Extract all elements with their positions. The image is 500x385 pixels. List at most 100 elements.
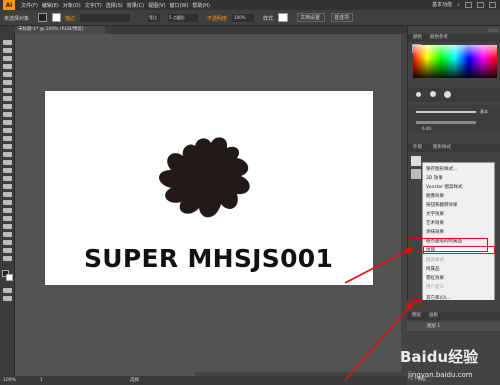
rectangle-tool-icon[interactable] bbox=[3, 96, 12, 101]
opacity-field[interactable]: 100% bbox=[232, 14, 254, 22]
artboard-tool-icon[interactable] bbox=[3, 232, 12, 237]
drawing-mode-icon[interactable] bbox=[3, 288, 12, 293]
splat-shape[interactable] bbox=[151, 134, 265, 229]
style-label: 样式 bbox=[263, 16, 274, 22]
minimize-button[interactable] bbox=[465, 1, 472, 8]
brush-dot-icon[interactable] bbox=[416, 92, 421, 97]
brush-dot-icon[interactable] bbox=[444, 91, 451, 98]
color-panel-tabs: 颜色 颜色参考 bbox=[408, 34, 500, 42]
style-swatch[interactable] bbox=[278, 13, 288, 22]
stroke-panel: 基本 6.00 bbox=[408, 105, 500, 133]
stroke-weight-value[interactable]: 6.00 bbox=[422, 126, 431, 131]
app-logo: Ai bbox=[3, 0, 15, 10]
paintbrush-tool-icon[interactable] bbox=[3, 104, 12, 109]
hand-tool-icon[interactable] bbox=[3, 248, 12, 253]
warp-tool-icon[interactable] bbox=[3, 152, 12, 157]
menu-bar: Ai 文件(F) 编辑(E) 对象(O) 文字(T) 选择(S) 效果(C) 视… bbox=[0, 0, 500, 10]
menu-item[interactable]: 照亮样式 bbox=[426, 257, 444, 263]
zoom-tool-icon[interactable] bbox=[3, 256, 12, 261]
graphic-style-thumb[interactable] bbox=[411, 169, 421, 179]
brush-dot-icon[interactable] bbox=[430, 91, 436, 97]
column-graph-tool-icon[interactable] bbox=[3, 224, 12, 229]
profile-select[interactable]: 等比 bbox=[148, 14, 160, 22]
document-setup-button[interactable]: 文档设置 bbox=[297, 13, 325, 22]
color-spectrum[interactable] bbox=[413, 45, 497, 78]
menu-item[interactable]: 艺术效果 bbox=[426, 220, 444, 226]
menu-select[interactable]: 选择(S) bbox=[106, 2, 123, 9]
menu-item[interactable]: 图像效果 bbox=[426, 193, 444, 199]
eraser-tool-icon[interactable] bbox=[3, 128, 12, 133]
tab-graphic-styles[interactable]: 图形样式 bbox=[433, 144, 451, 152]
menu-window[interactable]: 窗口(W) bbox=[169, 2, 188, 9]
search-icon[interactable]: ⌕ bbox=[457, 2, 460, 8]
magic-wand-tool-icon[interactable] bbox=[3, 56, 12, 61]
tab-artboards[interactable]: 画板 bbox=[429, 312, 438, 320]
close-button[interactable] bbox=[489, 1, 496, 8]
current-tool-status: 选择 bbox=[130, 378, 139, 383]
artboard[interactable]: SUPER MHSJS001 bbox=[45, 91, 373, 285]
menu-file[interactable]: 文件(F) bbox=[21, 2, 38, 9]
mesh-tool-icon[interactable] bbox=[3, 184, 12, 189]
scale-tool-icon[interactable] bbox=[3, 144, 12, 149]
control-bar: 未选择对象 描边 等比 5 点圆形 不透明度 100% 样式 文档设置 首选项 bbox=[0, 10, 500, 26]
menu-item[interactable]: 霓虹效果 bbox=[426, 275, 444, 281]
pencil-tool-icon[interactable] bbox=[3, 112, 12, 117]
preferences-button[interactable]: 首选项 bbox=[331, 13, 353, 22]
selection-tool-icon[interactable] bbox=[3, 40, 12, 45]
menu-item[interactable]: 涂抹效果 bbox=[426, 229, 444, 235]
brush-select[interactable]: 5 点圆形 bbox=[168, 14, 198, 22]
maximize-button[interactable] bbox=[477, 1, 484, 8]
stroke-swatch[interactable] bbox=[52, 13, 61, 22]
stroke-weight-field[interactable] bbox=[80, 14, 130, 22]
tab-color[interactable]: 颜色 bbox=[413, 34, 422, 42]
menu-item[interactable]: Vonster 图案样式 bbox=[426, 184, 463, 190]
slice-tool-icon[interactable] bbox=[3, 240, 12, 245]
eyedropper-tool-icon[interactable] bbox=[3, 200, 12, 205]
menu-item[interactable]: 附属品 bbox=[426, 266, 440, 272]
menu-item[interactable]: 按钮和翻转效果 bbox=[426, 202, 458, 208]
zoom-level[interactable]: 100% bbox=[3, 376, 16, 385]
type-tool-icon[interactable] bbox=[3, 80, 12, 85]
gradient-tool-icon[interactable] bbox=[3, 192, 12, 197]
graphic-style-thumb[interactable] bbox=[411, 156, 421, 166]
document-tab[interactable]: 未标题-1* @ 100% (RGB/预览) bbox=[15, 26, 105, 34]
free-transform-tool-icon[interactable] bbox=[3, 160, 12, 165]
menu-help[interactable]: 帮助(H) bbox=[192, 2, 210, 9]
perspective-grid-tool-icon[interactable] bbox=[3, 176, 12, 181]
stroke-style-label[interactable]: 基本 bbox=[480, 109, 488, 115]
menu-item[interactable]: 用户定义 bbox=[426, 284, 444, 290]
menu-view[interactable]: 视图(V) bbox=[148, 2, 165, 9]
menu-item[interactable]: 文字效果 bbox=[426, 211, 444, 217]
tab-appearance[interactable]: 外观 bbox=[413, 144, 422, 152]
tab-color-guide[interactable]: 颜色参考 bbox=[430, 34, 448, 42]
layer-row[interactable]: 图层 1 bbox=[407, 322, 500, 331]
menu-item[interactable]: 保存图形样式... bbox=[426, 166, 457, 172]
panel-collapse-icon[interactable] bbox=[488, 28, 498, 32]
opacity-label[interactable]: 不透明度 bbox=[207, 15, 227, 22]
watermark-url: jingyan.baidu.com bbox=[408, 371, 473, 379]
workspace-switcher[interactable]: 基本功能 bbox=[432, 1, 452, 8]
rotate-tool-icon[interactable] bbox=[3, 136, 12, 141]
direct-selection-tool-icon[interactable] bbox=[3, 48, 12, 53]
pen-tool-icon[interactable] bbox=[3, 72, 12, 77]
stroke-label[interactable]: 描边 bbox=[65, 15, 75, 22]
blob-brush-tool-icon[interactable] bbox=[3, 120, 12, 125]
artboard-text[interactable]: SUPER MHSJS001 bbox=[84, 244, 333, 273]
blend-tool-icon[interactable] bbox=[3, 208, 12, 213]
menu-item[interactable]: 3D 效果 bbox=[426, 175, 443, 181]
artboard-number[interactable]: 1 bbox=[40, 376, 43, 385]
menu-effect[interactable]: 效果(C) bbox=[127, 2, 144, 9]
shape-builder-tool-icon[interactable] bbox=[3, 168, 12, 173]
menu-object[interactable]: 对象(O) bbox=[63, 2, 81, 9]
lasso-tool-icon[interactable] bbox=[3, 64, 12, 69]
graphic-styles-library-menu: 保存图形样式... 3D 效果 Vonster 图案样式 图像效果 按钮和翻转效… bbox=[422, 162, 495, 305]
symbol-sprayer-tool-icon[interactable] bbox=[3, 216, 12, 221]
menu-type[interactable]: 文字(T) bbox=[85, 2, 102, 9]
fill-swatch[interactable] bbox=[38, 13, 47, 22]
line-tool-icon[interactable] bbox=[3, 88, 12, 93]
stroke-color-icon[interactable] bbox=[6, 274, 13, 281]
screen-mode-icon[interactable] bbox=[3, 296, 12, 301]
menu-edit[interactable]: 编辑(E) bbox=[42, 2, 59, 9]
library-menu-button[interactable] bbox=[409, 300, 421, 306]
tab-layers[interactable]: 图层 bbox=[412, 312, 421, 320]
